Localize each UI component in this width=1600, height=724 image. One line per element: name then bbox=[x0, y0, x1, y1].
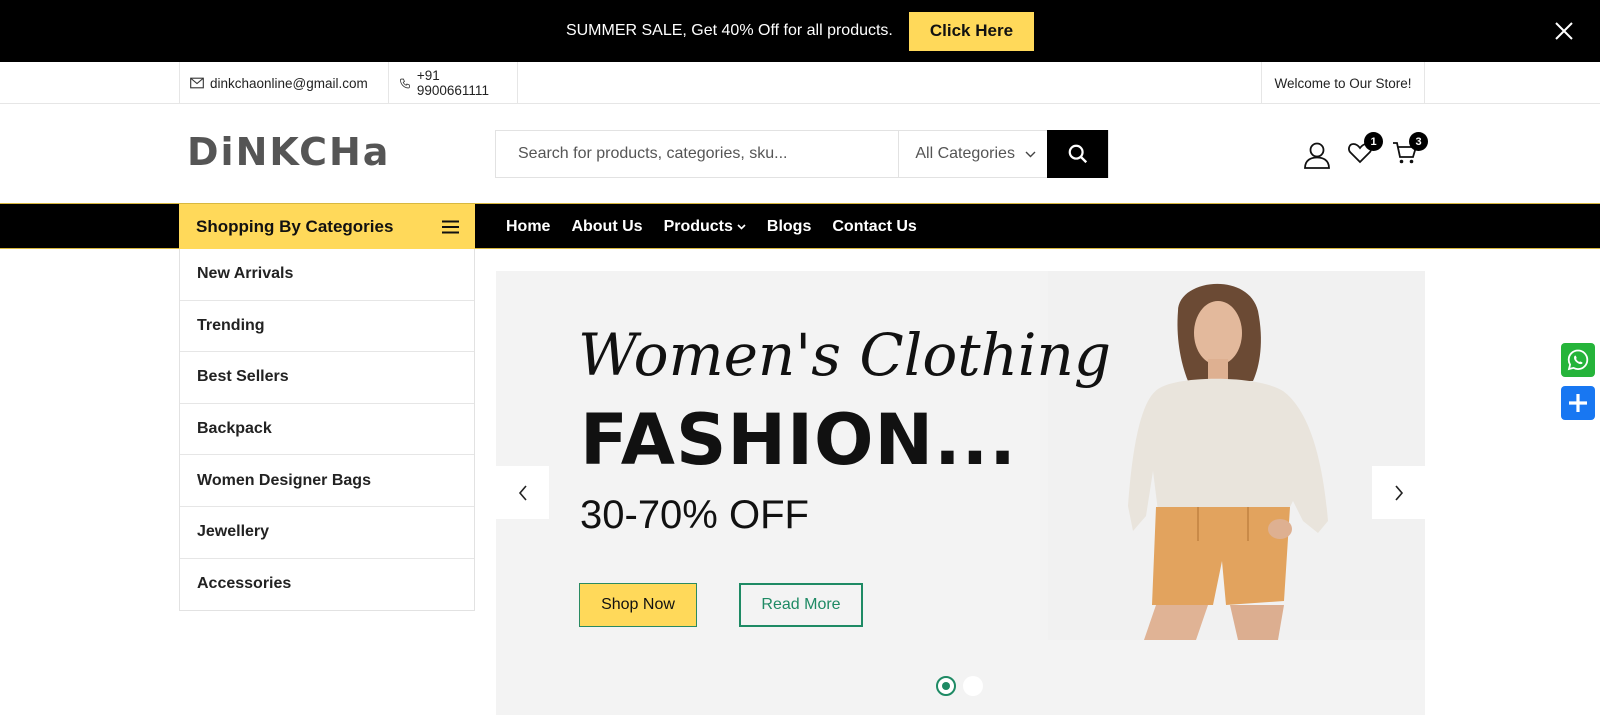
hero-script-heading: Women's Clothing bbox=[578, 321, 1111, 389]
plus-icon bbox=[1569, 394, 1587, 412]
nav-products-label: Products bbox=[663, 217, 733, 235]
whatsapp-icon bbox=[1567, 349, 1589, 371]
site-logo[interactable]: DiNKCHa bbox=[187, 130, 390, 174]
nav-contact-us[interactable]: Contact Us bbox=[832, 218, 916, 236]
chevron-down-icon bbox=[1025, 151, 1036, 157]
slider-next-button[interactable] bbox=[1372, 466, 1425, 519]
welcome-text: Welcome to Our Store! bbox=[1274, 75, 1412, 91]
top-info-bar: dinkchaonline@gmail.com +91 9900661111 W… bbox=[0, 62, 1600, 104]
category-item-women-designer-bags[interactable]: Women Designer Bags bbox=[180, 455, 474, 507]
phone-icon bbox=[400, 78, 410, 88]
slider-dot-2[interactable] bbox=[963, 676, 983, 696]
nav-products[interactable]: Products bbox=[664, 218, 746, 236]
search-button[interactable] bbox=[1047, 130, 1108, 178]
promo-text: SUMMER SALE, Get 40% Off for all product… bbox=[565, 22, 893, 39]
category-item-jewellery[interactable]: Jewellery bbox=[180, 507, 474, 559]
account-button[interactable] bbox=[1302, 140, 1332, 170]
hero-discount: 30-70% OFF bbox=[580, 493, 809, 537]
whatsapp-share-button[interactable] bbox=[1561, 343, 1595, 377]
wishlist-count-badge: 1 bbox=[1364, 132, 1383, 151]
category-item-new-arrivals[interactable]: New Arrivals bbox=[180, 249, 474, 301]
categories-menu-toggle[interactable]: Shopping By Categories bbox=[179, 204, 475, 249]
category-list: New Arrivals Trending Best Sellers Backp… bbox=[179, 249, 475, 612]
nav-home[interactable]: Home bbox=[506, 218, 550, 236]
search-bar: All Categories bbox=[495, 130, 1109, 178]
category-select[interactable]: All Categories bbox=[898, 131, 1047, 177]
category-item-best-sellers[interactable]: Best Sellers bbox=[180, 352, 474, 404]
logo-text: DiNKCHa bbox=[187, 130, 391, 174]
main-navbar: Shopping By Categories Home About Us Pro… bbox=[0, 203, 1600, 249]
category-item-trending[interactable]: Trending bbox=[180, 301, 474, 353]
chevron-right-icon bbox=[1394, 484, 1403, 501]
hero-title: FASHION... bbox=[580, 399, 1017, 481]
search-input[interactable] bbox=[496, 131, 899, 177]
close-icon[interactable] bbox=[1552, 19, 1576, 43]
shop-now-button[interactable]: Shop Now bbox=[579, 583, 697, 627]
categories-title: Shopping By Categories bbox=[196, 216, 394, 236]
promo-click-here-button[interactable]: Click Here bbox=[908, 11, 1035, 51]
search-icon bbox=[1068, 144, 1087, 164]
category-item-accessories[interactable]: Accessories bbox=[180, 559, 474, 611]
category-item-backpack[interactable]: Backpack bbox=[180, 404, 474, 456]
nav-blogs[interactable]: Blogs bbox=[767, 218, 811, 236]
cart-button[interactable]: 3 bbox=[1392, 132, 1428, 170]
hero-slider: Women's Clothing FASHION... 30-70% OFF S… bbox=[496, 271, 1425, 715]
slider-dot-1[interactable] bbox=[936, 676, 956, 696]
chevron-down-icon bbox=[737, 223, 746, 230]
wishlist-button[interactable]: 1 bbox=[1347, 132, 1383, 170]
mail-icon bbox=[190, 77, 204, 89]
category-select-value: All Categories bbox=[915, 145, 1015, 162]
nav-about-us[interactable]: About Us bbox=[571, 218, 642, 236]
email-contact[interactable]: dinkchaonline@gmail.com bbox=[179, 62, 389, 104]
phone-text: +91 9900661111 bbox=[416, 68, 489, 98]
welcome-message: Welcome to Our Store! bbox=[1261, 62, 1425, 104]
nav-links: Home About Us Products Blogs Contact Us bbox=[506, 204, 917, 249]
slider-prev-button[interactable] bbox=[496, 466, 549, 519]
email-text: dinkchaonline@gmail.com bbox=[210, 75, 368, 91]
read-more-button[interactable]: Read More bbox=[739, 583, 863, 627]
chevron-left-icon bbox=[518, 484, 527, 501]
cart-count-badge: 3 bbox=[1409, 132, 1428, 151]
hamburger-icon bbox=[442, 220, 459, 233]
user-icon bbox=[1304, 142, 1330, 169]
promo-bar: SUMMER SALE, Get 40% Off for all product… bbox=[0, 0, 1600, 62]
phone-contact[interactable]: +91 9900661111 bbox=[389, 62, 518, 104]
share-button[interactable] bbox=[1561, 386, 1595, 420]
